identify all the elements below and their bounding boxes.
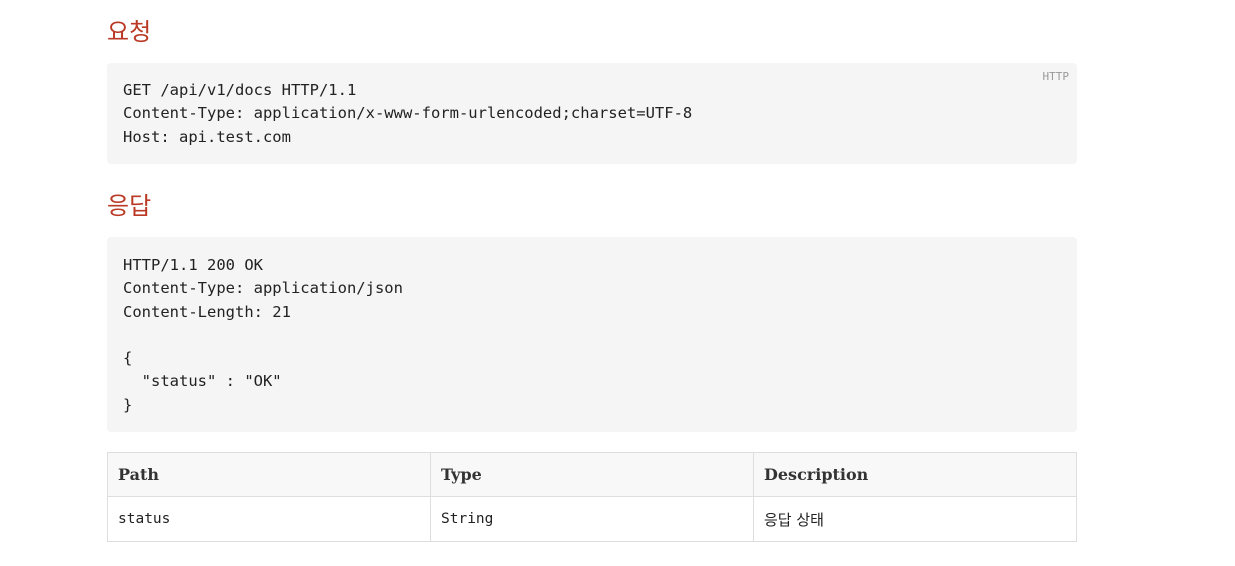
code-line: { xyxy=(123,349,133,368)
column-header-type: Type xyxy=(430,452,754,497)
code-line: Host: api.test.com xyxy=(123,127,291,146)
code-line: Content-Type: application/x-www-form-url… xyxy=(123,104,693,123)
response-code-block: HTTP/1.1 200 OK Content-Type: applicatio… xyxy=(107,237,1077,432)
cell-path: status xyxy=(107,496,431,542)
code-line: "status" : "OK" xyxy=(123,372,282,391)
response-fields-table: Path Type Description status String 응답 상… xyxy=(107,452,1077,542)
code-line: GET /api/v1/docs HTTP/1.1 xyxy=(123,81,357,99)
request-heading: 요청 xyxy=(107,18,152,46)
code-language-label: HTTP xyxy=(1042,70,1070,83)
column-header-description: Description xyxy=(753,452,1077,497)
table-row: status String 응답 상태 xyxy=(107,496,1077,542)
request-code: GET /api/v1/docs HTTP/1.1 Content-Type: … xyxy=(123,79,692,149)
response-code: HTTP/1.1 200 OK Content-Type: applicatio… xyxy=(123,254,403,417)
column-header-path: Path xyxy=(107,452,431,497)
code-line: HTTP/1.1 200 OK xyxy=(123,256,263,274)
cell-description: 응답 상태 xyxy=(753,496,1077,542)
code-line: Content-Type: application/json xyxy=(123,279,403,298)
code-line: } xyxy=(123,395,133,414)
table-header-row: Path Type Description xyxy=(107,452,1077,497)
code-line: Content-Length: 21 xyxy=(123,302,291,321)
request-code-block: HTTP GET /api/v1/docs HTTP/1.1 Content-T… xyxy=(107,63,1077,164)
cell-type: String xyxy=(430,496,754,542)
response-heading: 응답 xyxy=(107,192,152,220)
document-page: 요청 HTTP GET /api/v1/docs HTTP/1.1 Conten… xyxy=(0,0,1235,566)
